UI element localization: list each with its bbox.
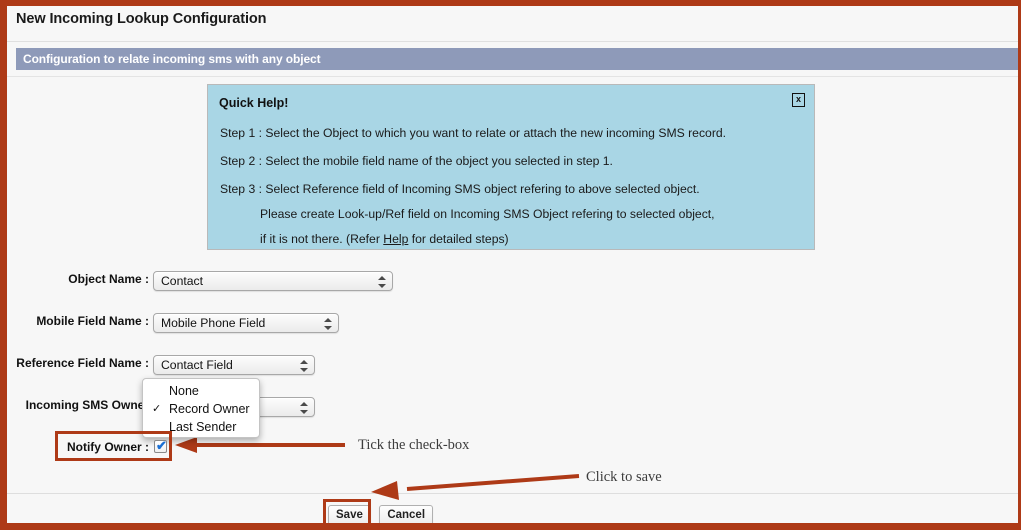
section-divider <box>7 76 1018 77</box>
dropdown-option-none-label: None <box>169 384 199 398</box>
mobile-field-name-label: Mobile Field Name : <box>36 314 149 328</box>
frame-border-bottom <box>0 523 1021 530</box>
quick-help-step-3: Step 3 : Select Reference field of Incom… <box>220 182 700 196</box>
chevron-updown-icon <box>378 274 386 290</box>
notify-owner-checkbox[interactable]: ✔ <box>154 438 167 453</box>
quick-help-step-3-note2: if it is not there. (Refer Help for deta… <box>260 232 509 246</box>
page-title: New Incoming Lookup Configuration <box>16 11 267 27</box>
annotation-click-to-save: Click to save <box>586 469 662 485</box>
quick-help-step-1: Step 1 : Select the Object to which you … <box>220 126 727 140</box>
footer-button-group: Save Cancel <box>328 505 437 523</box>
section-header-bar: Configuration to relate incoming sms wit… <box>16 48 1018 70</box>
footer-divider <box>7 493 1018 494</box>
quick-help-note-suffix: for detailed steps) <box>408 232 509 246</box>
reference-field-name-value: Contact Field <box>161 358 233 372</box>
dropdown-option-record-owner-label: Record Owner <box>169 402 250 416</box>
object-name-select[interactable]: Contact <box>153 271 393 291</box>
dropdown-option-none[interactable]: None <box>143 382 259 400</box>
quick-help-step-3-note: Please create Look-up/Ref field on Incom… <box>260 207 715 221</box>
object-name-value: Contact <box>161 274 204 288</box>
annotation-tick-checkbox: Tick the check-box <box>358 437 470 453</box>
chevron-updown-icon <box>300 400 308 416</box>
chevron-updown-icon <box>300 358 308 374</box>
quick-help-step-2: Step 2 : Select the mobile field name of… <box>220 154 613 168</box>
incoming-sms-owner-dropdown-menu[interactable]: None ✓ Record Owner Last Sender <box>142 378 260 438</box>
notify-owner-label: Notify Owner : <box>66 440 149 454</box>
title-divider <box>7 41 1018 42</box>
quick-help-note-prefix: if it is not there. (Refer <box>260 232 384 246</box>
mobile-field-name-value: Mobile Phone Field <box>161 316 266 330</box>
dropdown-option-last-sender[interactable]: Last Sender <box>143 418 259 436</box>
screenshot-root: New Incoming Lookup Configuration Config… <box>0 0 1021 530</box>
quick-help-heading: Quick Help! <box>219 96 289 110</box>
quick-help-panel: Quick Help! x Step 1 : Select the Object… <box>207 84 815 250</box>
checkmark-icon: ✔ <box>156 438 167 453</box>
frame-border-left <box>0 0 7 530</box>
save-button[interactable]: Save <box>328 505 371 523</box>
reference-field-name-select[interactable]: Contact Field <box>153 355 315 375</box>
object-name-label: Object Name : <box>68 272 149 286</box>
incoming-sms-owner-label: Incoming SMS Owner <box>25 398 149 412</box>
dropdown-option-last-sender-label: Last Sender <box>169 420 237 434</box>
section-header-label: Configuration to relate incoming sms wit… <box>23 52 321 66</box>
dropdown-option-record-owner[interactable]: ✓ Record Owner <box>143 400 259 418</box>
mobile-field-name-select[interactable]: Mobile Phone Field <box>153 313 339 333</box>
check-icon: ✓ <box>152 403 162 415</box>
cancel-button[interactable]: Cancel <box>379 505 434 523</box>
chevron-updown-icon <box>324 316 332 332</box>
reference-field-name-label: Reference Field Name : <box>16 356 149 370</box>
help-link[interactable]: Help <box>383 232 408 246</box>
close-icon[interactable]: x <box>792 93 805 107</box>
page-body: New Incoming Lookup Configuration Config… <box>7 6 1018 523</box>
